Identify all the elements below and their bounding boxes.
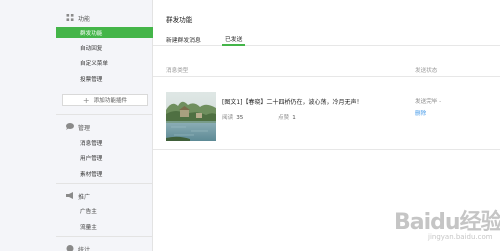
sidebar-item-label: 素材管理	[80, 171, 103, 178]
article-thumbnail[interactable]	[166, 92, 216, 141]
tab-bar: 新建群发消息 已发送	[153, 32, 500, 46]
like-count-label: 点赞	[278, 115, 290, 121]
tab-label: 新建群发消息	[166, 37, 201, 44]
chat-icon	[66, 123, 74, 130]
article-title-link[interactable]: [图文1]【春晓】二十四桥仍在，波心荡，冷月无声！	[222, 97, 363, 106]
sidebar-item-material-management[interactable]: 素材管理	[56, 168, 153, 179]
column-header-message-type: 消息类型	[166, 68, 189, 74]
sidebar-divider	[56, 183, 153, 184]
sidebar-group-label: 推广	[78, 193, 91, 201]
sidebar-item-advertiser[interactable]: 广告主	[56, 205, 153, 216]
delete-link[interactable]: 删除	[415, 109, 426, 117]
sidebar-divider	[56, 114, 153, 115]
sidebar-item-auto-reply[interactable]: 自动回复	[56, 42, 153, 53]
send-status: 发送完毕 -	[415, 99, 442, 105]
sidebar-item-label: 群发功能	[80, 30, 103, 37]
sidebar-item-label: 广告主	[80, 208, 97, 215]
sidebar-item-message-management[interactable]: 消息管理	[56, 137, 153, 148]
sidebar-item-user-management[interactable]: 用户管理	[56, 152, 153, 163]
sidebar-item-vote-management[interactable]: 投票管理	[56, 73, 153, 84]
sidebar-item-label: 流量主	[80, 224, 97, 231]
sidebar: 功能 群发功能 自动回复 自定义菜单 投票管理 + 添加功能插件 管理 消息管理…	[0, 0, 153, 251]
lake-landscape-image	[166, 92, 216, 141]
tab-sent[interactable]: 已发送	[222, 32, 246, 46]
sidebar-item-label: 消息管理	[80, 140, 103, 147]
watermark-brand: Baidu经验	[394, 210, 500, 235]
table-row: [图文1]【春晓】二十四桥仍在，波心荡，冷月无声！ 阅读 35 点赞 1 发送完毕 …	[153, 78, 500, 150]
sidebar-group-function: 功能	[0, 12, 153, 24]
chart-icon	[66, 245, 74, 251]
baidu-watermark: Baidu经验 jingyan.baidu.com	[388, 204, 500, 251]
sidebar-group-label: 管理	[78, 124, 91, 132]
page-title: 群发功能	[166, 16, 193, 24]
watermark-url: jingyan.baidu.com	[428, 233, 493, 241]
sidebar-item-publisher[interactable]: 流量主	[56, 221, 153, 232]
add-plugin-button[interactable]: + 添加功能插件	[62, 94, 148, 106]
megaphone-icon	[66, 192, 73, 199]
sidebar-item-label: 自动回复	[80, 45, 103, 52]
sidebar-group-promotion: 推广	[0, 190, 153, 202]
sidebar-item-label: 用户管理	[80, 155, 103, 162]
sidebar-item-mass-send[interactable]: 群发功能	[56, 27, 153, 38]
sidebar-divider	[56, 236, 153, 237]
add-plugin-label: 添加功能插件	[93, 98, 128, 104]
grid-icon	[66, 14, 74, 21]
sidebar-group-label: 统计	[78, 246, 91, 251]
read-count-value: 35	[236, 115, 244, 121]
sidebar-item-label: 投票管理	[80, 76, 103, 83]
tab-new-mass-message[interactable]: 新建群发消息	[166, 32, 201, 46]
sidebar-group-management: 管理	[0, 121, 153, 133]
sidebar-item-label: 自定义菜单	[80, 60, 108, 67]
like-count: 点赞 1	[278, 113, 296, 121]
read-count: 阅读 35	[222, 113, 243, 121]
column-header-send-status: 发送状态	[415, 68, 438, 74]
sidebar-group-label: 功能	[78, 15, 91, 23]
sidebar-item-custom-menu[interactable]: 自定义菜单	[56, 57, 153, 68]
like-count-value: 1	[292, 115, 296, 121]
table-header: 消息类型 发送状态	[153, 60, 500, 77]
tab-label: 已发送	[225, 36, 243, 43]
read-count-label: 阅读	[222, 115, 234, 121]
sidebar-group-statistics: 统计	[0, 243, 153, 251]
plus-icon: +	[82, 95, 90, 105]
